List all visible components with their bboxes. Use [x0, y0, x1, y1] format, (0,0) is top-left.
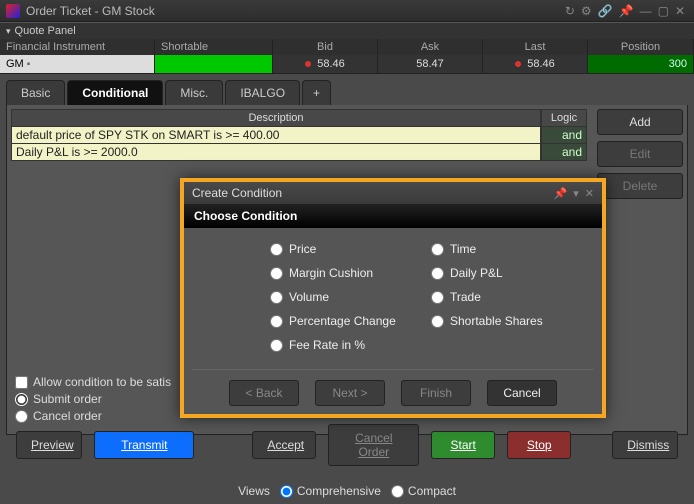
next-button[interactable]: Next >: [315, 380, 385, 406]
col-hdr-logic: Logic: [541, 109, 587, 127]
dialog-footer: < Back Next > Finish Cancel: [192, 369, 594, 406]
quote-panel-header[interactable]: ▾ Quote Panel: [0, 23, 694, 39]
dialog-subtitle: Choose Condition: [184, 204, 602, 228]
finish-button: Finish: [401, 380, 471, 406]
opt-price[interactable]: Price: [270, 242, 425, 256]
tab-add[interactable]: +: [302, 80, 331, 105]
cancel-button[interactable]: Cancel: [487, 380, 557, 406]
col-hdr-last: Last: [483, 39, 587, 55]
quote-panel: ▾ Quote Panel Financial Instrument GM ▪ …: [0, 22, 694, 74]
cancel-order-button: Cancel Order: [328, 424, 419, 466]
opt-percentage-change[interactable]: Percentage Change: [270, 314, 425, 328]
quote-grid: Financial Instrument GM ▪ Shortable Bid …: [0, 39, 694, 73]
opt-daily-pnl[interactable]: Daily P&L: [431, 266, 586, 280]
accept-button[interactable]: Accept: [252, 431, 316, 459]
close-icon[interactable]: ✕: [675, 4, 685, 18]
start-button[interactable]: Start: [431, 431, 495, 459]
opt-fee-rate[interactable]: Fee Rate in %: [270, 338, 425, 352]
pin-icon[interactable]: 📌: [619, 4, 634, 18]
dialog-titlebar: Create Condition 📌 ▾ ✕: [184, 182, 602, 204]
quote-panel-label: Quote Panel: [15, 25, 76, 37]
table-row[interactable]: Daily P&L is >= 2000.0 and: [11, 144, 587, 161]
opt-trade[interactable]: Trade: [431, 290, 586, 304]
cell-logic: and: [541, 144, 587, 161]
dismiss-button[interactable]: Dismiss: [612, 431, 678, 459]
transmit-button[interactable]: Transmit: [94, 431, 194, 459]
submit-order-radio[interactable]: Submit order: [15, 392, 171, 406]
col-hdr-position: Position: [588, 39, 693, 55]
table-row[interactable]: default price of SPY STK on SMART is >= …: [11, 127, 587, 144]
cell-ask: 58.47: [378, 55, 482, 73]
collapse-icon: ▾: [6, 26, 11, 37]
tab-misc[interactable]: Misc.: [165, 80, 223, 105]
cell-position: 300: [588, 55, 693, 73]
view-compact-radio[interactable]: Compact: [391, 484, 456, 498]
col-hdr-shortable: Shortable: [155, 39, 272, 55]
back-button: < Back: [229, 380, 299, 406]
condition-options: Price Time Margin Cushion Daily P&L Volu…: [200, 242, 586, 352]
gear-icon[interactable]: ⚙: [581, 4, 592, 18]
views-bar: Views Comprehensive Compact: [0, 484, 694, 498]
side-buttons: Add Edit Delete: [597, 109, 683, 199]
views-label: Views: [238, 484, 270, 498]
add-button[interactable]: Add: [597, 109, 683, 135]
tab-conditional[interactable]: Conditional: [67, 80, 163, 105]
opt-shortable-shares[interactable]: Shortable Shares: [431, 314, 586, 328]
edit-button[interactable]: Edit: [597, 141, 683, 167]
opt-time[interactable]: Time: [431, 242, 586, 256]
tab-ibalgo[interactable]: IBALGO: [225, 80, 300, 105]
preview-button[interactable]: Preview: [16, 431, 82, 459]
cell-fin[interactable]: GM ▪: [0, 55, 154, 73]
cell-shortable: [155, 55, 272, 73]
pin-icon[interactable]: 📌: [554, 187, 568, 200]
chevron-down-icon[interactable]: ▾: [573, 187, 579, 200]
delete-button[interactable]: Delete: [597, 173, 683, 199]
cell-desc: default price of SPY STK on SMART is >= …: [11, 127, 541, 144]
app-icon: [6, 4, 20, 18]
minimize-icon[interactable]: —: [640, 4, 652, 18]
tabs: Basic Conditional Misc. IBALGO +: [0, 74, 694, 105]
maximize-icon[interactable]: ▢: [658, 4, 669, 18]
col-hdr-fin: Financial Instrument: [0, 39, 154, 55]
allow-outside-checkbox[interactable]: Allow condition to be satis: [15, 375, 171, 389]
titlebar: Order Ticket - GM Stock ↻ ⚙ 🔗 📌 — ▢ ✕: [0, 0, 694, 22]
col-hdr-ask: Ask: [378, 39, 482, 55]
window-title: Order Ticket - GM Stock: [26, 4, 155, 18]
cell-logic: and: [541, 127, 587, 144]
stop-button[interactable]: Stop: [507, 431, 571, 459]
opt-volume[interactable]: Volume: [270, 290, 425, 304]
cell-bid: 58.46: [273, 55, 377, 73]
create-condition-dialog: Create Condition 📌 ▾ ✕ Choose Condition …: [180, 178, 606, 418]
link-icon[interactable]: 🔗: [598, 4, 613, 18]
refresh-icon[interactable]: ↻: [565, 4, 575, 18]
cell-desc: Daily P&L is >= 2000.0: [11, 144, 541, 161]
dialog-title: Create Condition: [192, 186, 282, 200]
view-comprehensive-radio[interactable]: Comprehensive: [280, 484, 381, 498]
dialog-body: Price Time Margin Cushion Daily P&L Volu…: [184, 228, 602, 356]
action-bar: Preview Transmit Accept Cancel Order Sta…: [0, 416, 694, 474]
opt-margin-cushion[interactable]: Margin Cushion: [270, 266, 425, 280]
col-hdr-description: Description: [11, 109, 541, 127]
col-hdr-bid: Bid: [273, 39, 377, 55]
cell-last: 58.46: [483, 55, 587, 73]
tab-basic[interactable]: Basic: [6, 80, 65, 105]
close-icon[interactable]: ✕: [585, 187, 594, 200]
